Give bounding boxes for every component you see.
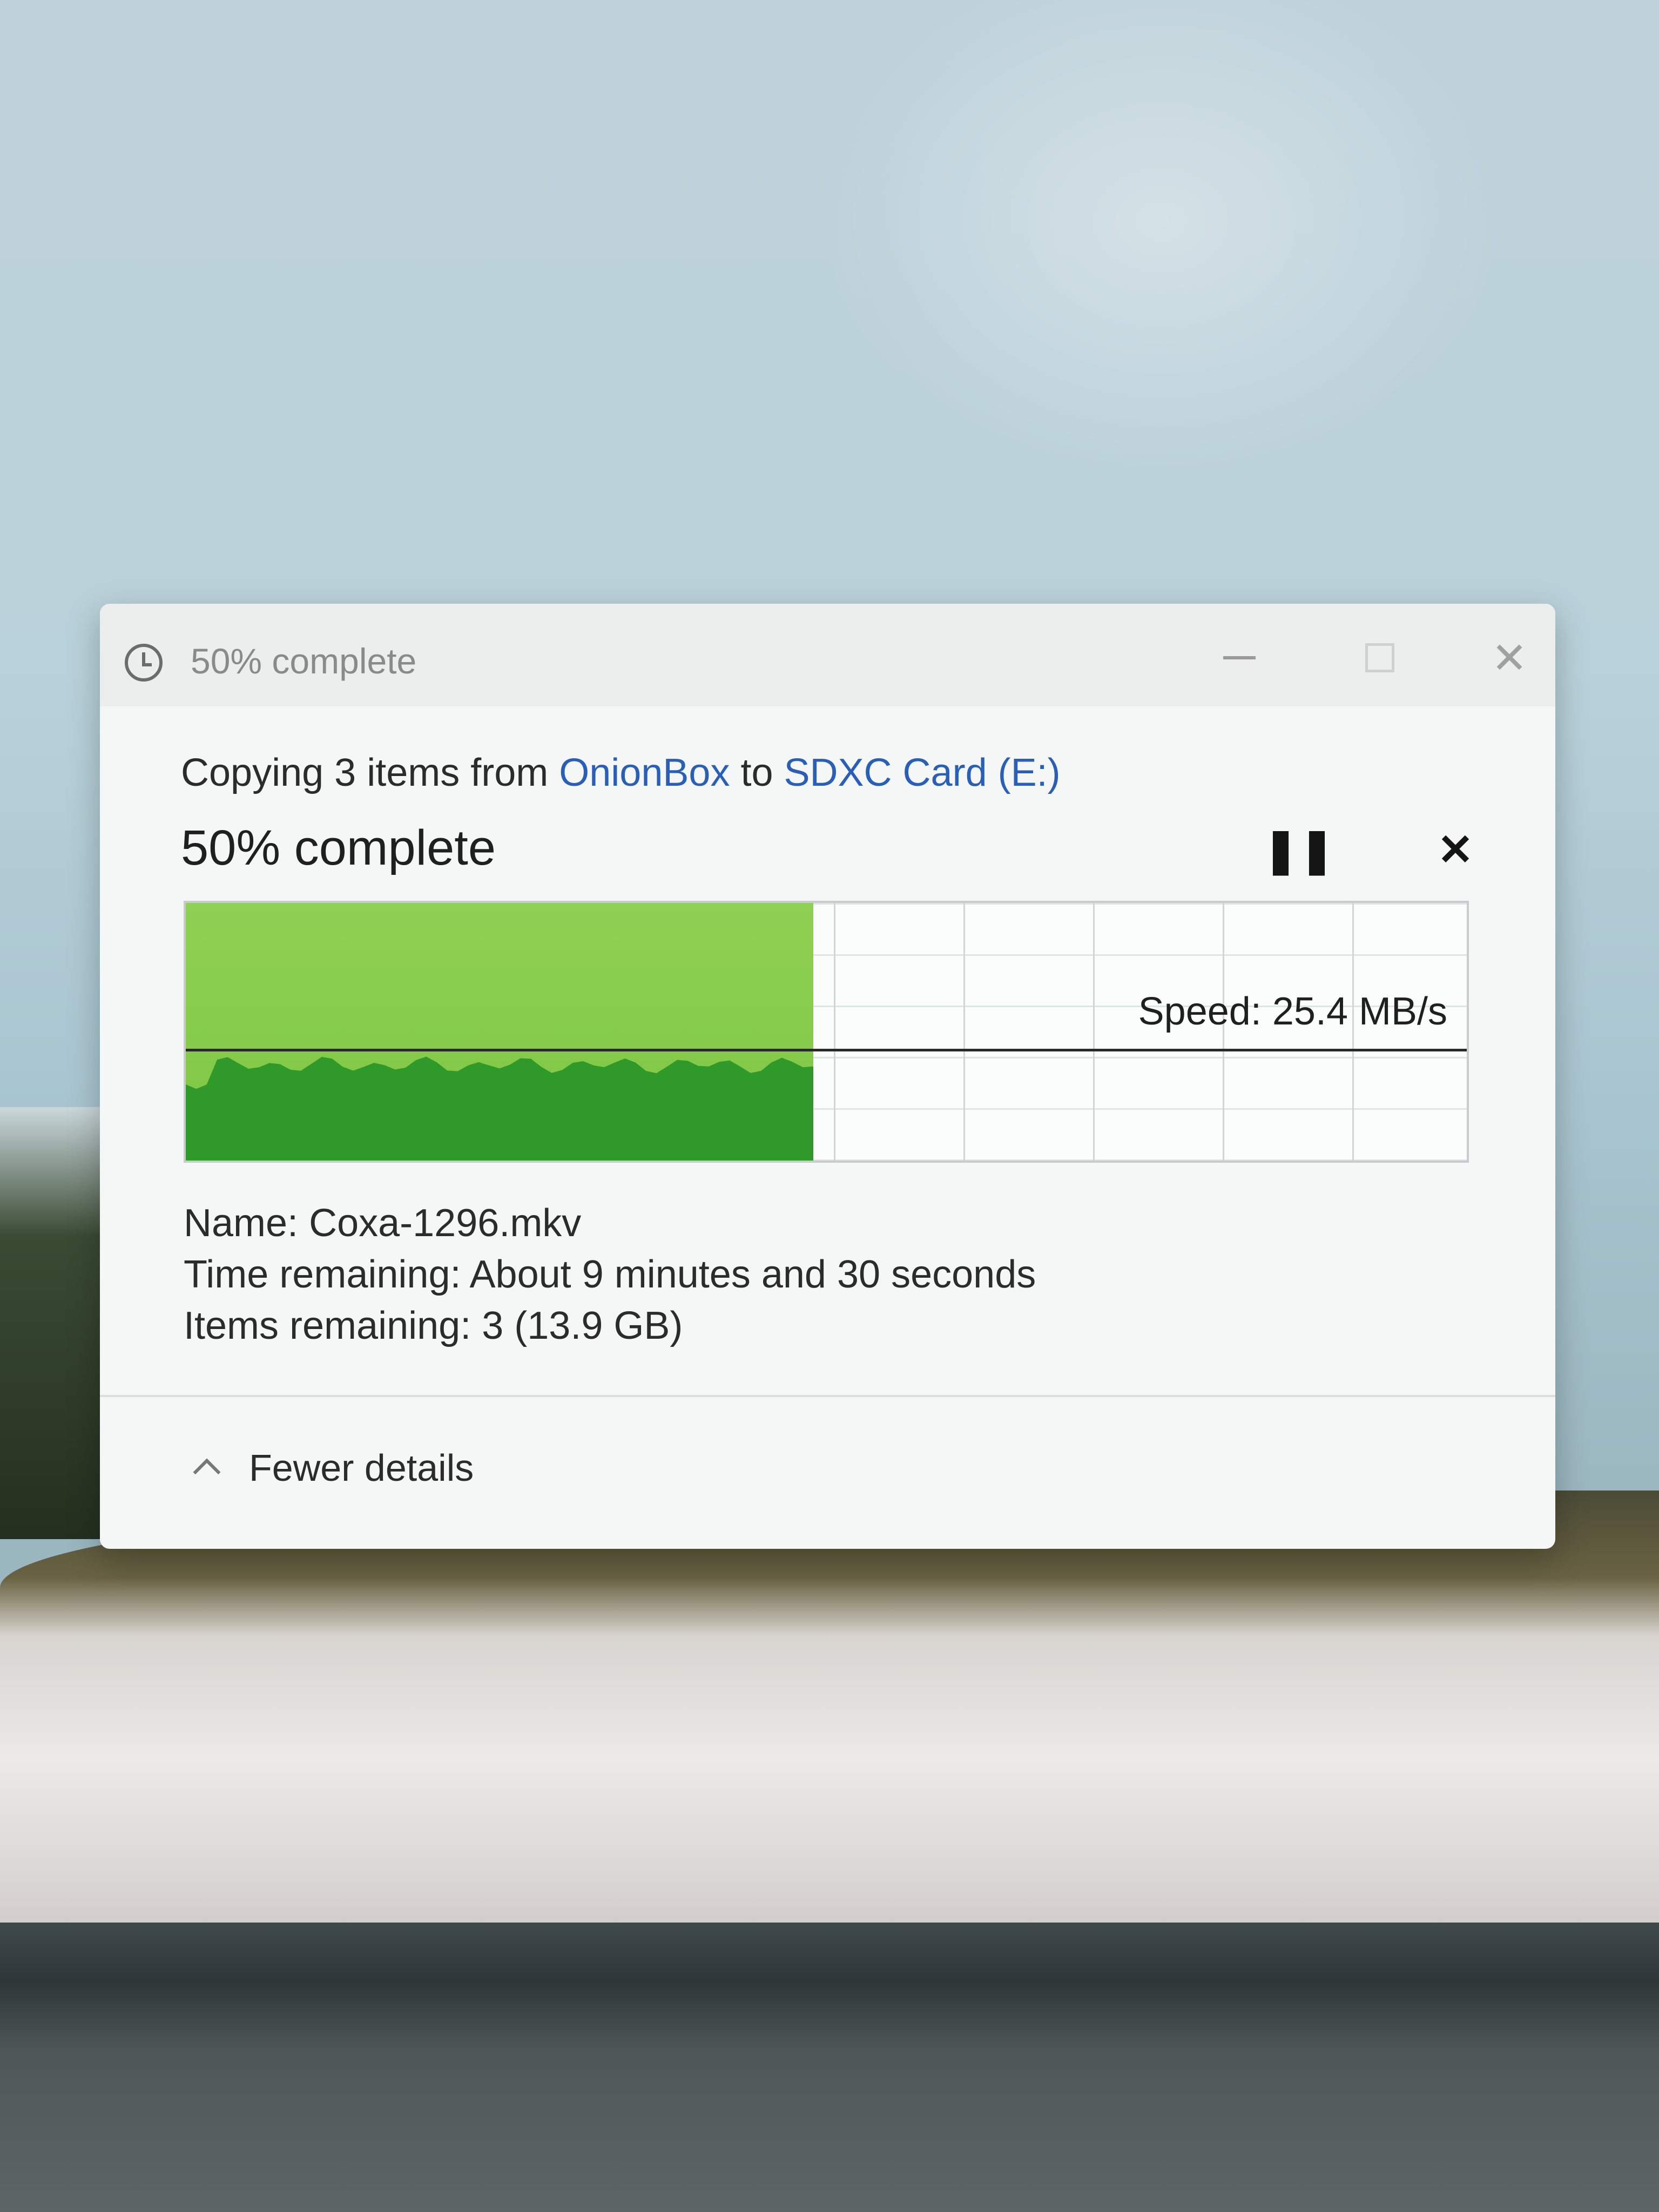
- wallpaper-hills: [0, 1491, 1659, 1977]
- pause-icon: ❚❚: [1262, 825, 1336, 874]
- items-remaining-label: Items remaining:: [184, 1304, 471, 1347]
- close-button[interactable]: ✕: [1472, 625, 1547, 690]
- copy-progress-dialog: 50% complete ✕ Copying 3 items from Onio…: [100, 604, 1555, 1549]
- monitor-bezel: [0, 1923, 1659, 2212]
- name-label: Name:: [184, 1202, 299, 1245]
- name-value: Coxa-1296.mkv: [309, 1202, 582, 1245]
- name-row: Name: Coxa-1296.mkv: [184, 1198, 1036, 1249]
- chevron-up-icon: [193, 1458, 221, 1486]
- fewer-details-label: Fewer details: [249, 1447, 474, 1489]
- time-remaining-label: Time remaining:: [184, 1253, 461, 1296]
- transfer-details: Name: Coxa-1296.mkv Time remaining: Abou…: [184, 1198, 1036, 1352]
- close-icon: ✕: [1491, 633, 1528, 682]
- source-link[interactable]: OnionBox: [559, 751, 730, 794]
- items-remaining-value: 3 (13.9 GB): [482, 1304, 683, 1347]
- cancel-button[interactable]: ✕: [1426, 820, 1485, 879]
- window-title: 50% complete: [191, 641, 417, 681]
- percent-complete-label: 50% complete: [181, 820, 496, 875]
- items-remaining-row: Items remaining: 3 (13.9 GB): [184, 1300, 1036, 1352]
- speed-label: Speed: 25.4 MB/s: [1138, 990, 1447, 1033]
- cancel-icon: ✕: [1437, 825, 1474, 874]
- copy-mid: to: [730, 751, 784, 794]
- current-speed-line: [186, 1049, 1467, 1051]
- clock-icon: [125, 644, 163, 682]
- transfer-speed-graph: Speed: 25.4 MB/s: [184, 901, 1469, 1163]
- fewer-details-button[interactable]: Fewer details: [193, 1446, 474, 1489]
- maximize-button[interactable]: [1342, 625, 1418, 690]
- speed-history-fill: [186, 1056, 813, 1161]
- time-remaining-value: About 9 minutes and 30 seconds: [469, 1253, 1036, 1296]
- wallpaper-trees: [0, 1107, 108, 1539]
- title-bar[interactable]: 50% complete ✕: [100, 604, 1555, 706]
- minimize-button[interactable]: [1202, 625, 1277, 690]
- footer-divider: [100, 1395, 1555, 1397]
- minimize-icon: [1223, 656, 1256, 659]
- time-remaining-row: Time remaining: About 9 minutes and 30 s…: [184, 1249, 1036, 1300]
- copy-summary: Copying 3 items from OnionBox to SDXC Ca…: [181, 751, 1061, 795]
- copy-prefix: Copying 3 items from: [181, 751, 559, 794]
- destination-link[interactable]: SDXC Card (E:): [784, 751, 1061, 794]
- pause-button[interactable]: ❚❚: [1263, 820, 1335, 879]
- maximize-icon: [1365, 643, 1394, 672]
